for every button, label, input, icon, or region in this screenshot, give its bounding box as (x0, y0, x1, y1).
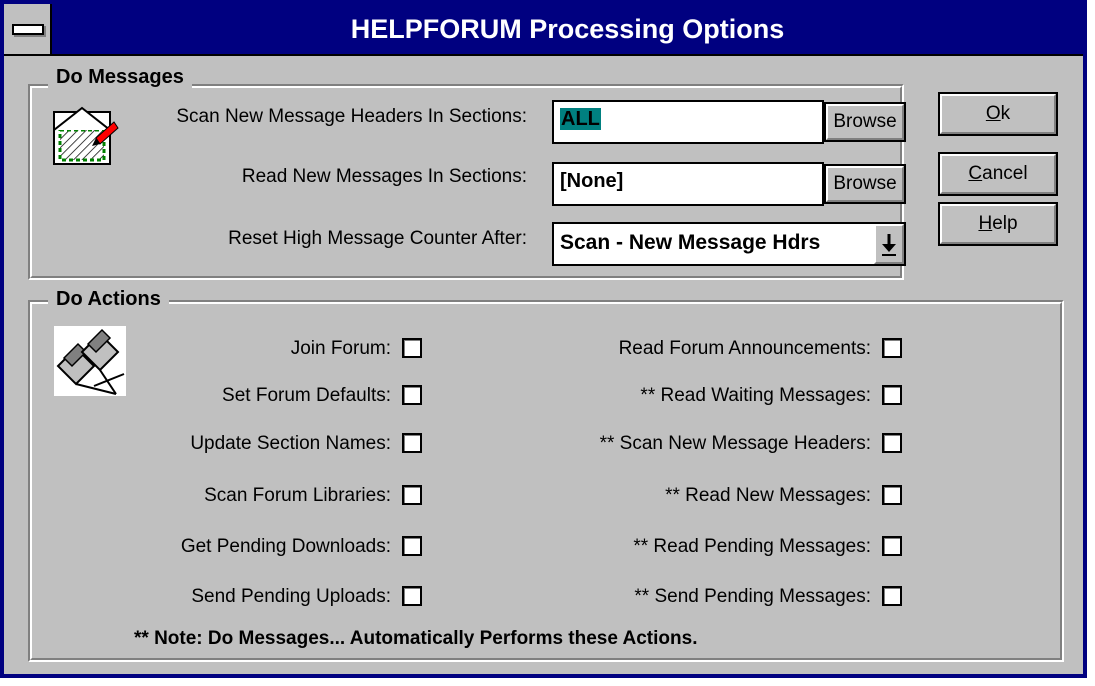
dropdown-button[interactable] (874, 224, 904, 264)
scan-sections-field[interactable]: ALL (552, 100, 824, 144)
computers-network-icon (54, 326, 126, 396)
reset-counter-select[interactable]: Scan - New Message Hdrs (552, 222, 906, 266)
envelope-pencil-icon (48, 100, 124, 170)
browse-label: Browse (833, 111, 897, 132)
read-pending-messages-checkbox[interactable] (882, 536, 902, 556)
read-waiting-messages-label: ** Read Waiting Messages: (640, 385, 871, 406)
update-section-names-checkbox[interactable] (402, 433, 422, 453)
ok-label: Ok (986, 103, 1010, 124)
help-rest: elp (992, 213, 1018, 234)
read-waiting-messages-checkbox[interactable] (882, 385, 902, 405)
browse-label: Browse (833, 173, 897, 194)
system-menu-icon (12, 24, 44, 35)
cancel-rest: ancel (982, 163, 1028, 184)
do-messages-title: Do Messages (48, 66, 192, 89)
dialog-window: HELPFORUM Processing Options Do Messages… (0, 0, 1087, 678)
reset-counter-label: Reset High Message Counter After: (228, 228, 527, 249)
help-label: Help (978, 213, 1017, 234)
read-forum-announcements-checkbox[interactable] (882, 338, 902, 358)
set-forum-defaults-label: Set Forum Defaults: (222, 385, 391, 406)
system-menu-button[interactable] (4, 4, 52, 54)
join-forum-label: Join Forum: (290, 338, 391, 359)
ok-accel: O (985, 103, 1001, 124)
send-pending-messages-checkbox[interactable] (882, 586, 902, 606)
send-pending-uploads-label: Send Pending Uploads: (191, 586, 391, 607)
do-actions-title: Do Actions (48, 288, 169, 311)
read-messages-label: Read New Messages In Sections: (241, 166, 527, 187)
note-text: ** Note: Do Messages... Automatically Pe… (134, 628, 698, 649)
read-browse-button[interactable]: Browse (824, 164, 906, 204)
read-new-messages-checkbox[interactable] (882, 485, 902, 505)
reset-counter-value: Scan - New Message Hdrs (560, 231, 821, 254)
read-pending-messages-label: ** Read Pending Messages: (633, 536, 871, 557)
help-button[interactable]: Help (938, 202, 1058, 246)
join-forum-checkbox[interactable] (402, 338, 422, 358)
window-title: HELPFORUM Processing Options (350, 14, 785, 44)
set-forum-defaults-checkbox[interactable] (402, 385, 422, 405)
send-pending-uploads-checkbox[interactable] (402, 586, 422, 606)
get-pending-downloads-checkbox[interactable] (402, 536, 422, 556)
scan-headers-label: Scan New Message Headers In Sections: (176, 106, 527, 127)
send-pending-messages-label: ** Send Pending Messages: (634, 586, 871, 607)
update-section-names-label: Update Section Names: (190, 433, 391, 454)
scan-new-message-headers-checkbox[interactable] (882, 433, 902, 453)
title-bar: HELPFORUM Processing Options (4, 4, 1083, 56)
scan-new-message-headers-label: ** Scan New Message Headers: (599, 433, 871, 454)
scan-sections-value: ALL (560, 108, 601, 130)
scan-browse-button[interactable]: Browse (824, 102, 906, 142)
cancel-accel: C (968, 163, 983, 184)
read-sections-value: [None] (560, 170, 624, 192)
ok-rest: k (1000, 103, 1011, 124)
read-new-messages-label: ** Read New Messages: (665, 485, 871, 506)
cancel-label: Cancel (968, 163, 1027, 184)
cancel-button[interactable]: Cancel (938, 152, 1058, 196)
do-actions-group (28, 300, 1064, 662)
scan-forum-libraries-label: Scan Forum Libraries: (204, 485, 391, 506)
read-sections-field[interactable]: [None] (552, 162, 824, 206)
down-arrow-icon (882, 234, 896, 256)
ok-button[interactable]: Ok (938, 92, 1058, 136)
scan-forum-libraries-checkbox[interactable] (402, 485, 422, 505)
read-forum-announcements-label: Read Forum Announcements: (618, 338, 871, 359)
get-pending-downloads-label: Get Pending Downloads: (180, 536, 391, 557)
help-accel: H (978, 213, 993, 234)
